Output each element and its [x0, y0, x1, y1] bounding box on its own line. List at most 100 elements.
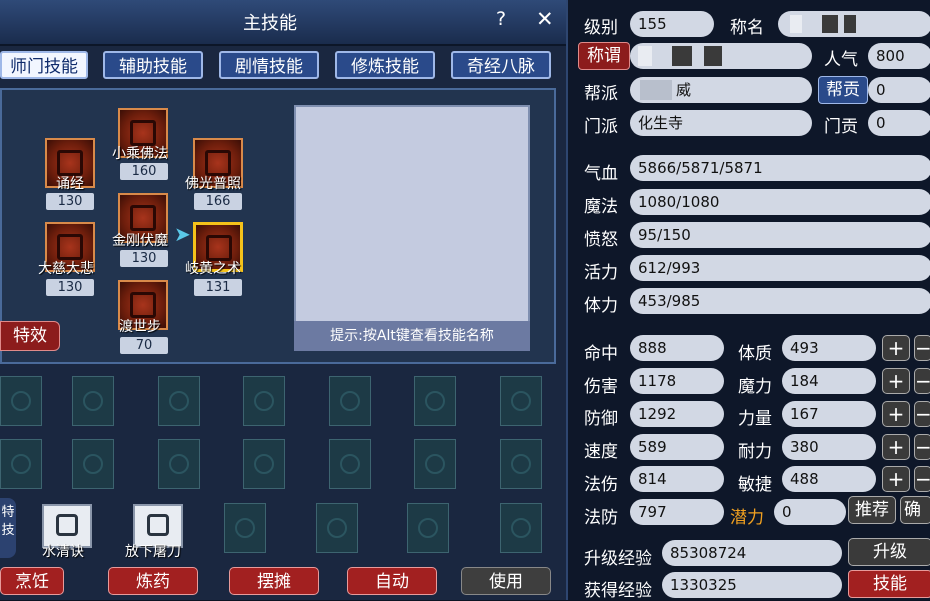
skill-name: 诵经: [56, 176, 84, 192]
skill-slot[interactable]: [72, 439, 114, 489]
skill-slot[interactable]: [243, 439, 285, 489]
constitution-minus-button[interactable]: −: [914, 335, 930, 361]
popularity-field: 800: [868, 43, 930, 69]
skill-slot[interactable]: [500, 439, 542, 489]
gang-label: 帮派: [584, 84, 618, 104]
skill-level: 160: [120, 163, 168, 180]
magic-defense-field: 797: [630, 499, 724, 525]
skill-slot[interactable]: [0, 439, 42, 489]
strength-plus-button[interactable]: +: [882, 401, 910, 427]
special-skill-name: 放下屠刀: [125, 544, 181, 560]
upgrade-exp-label: 升级经验: [584, 549, 652, 569]
special-skill-name: 水清诀: [42, 544, 84, 560]
gang-contribution-field: 0: [868, 77, 930, 103]
title-bar[interactable]: 主技能 ? ✕: [0, 0, 566, 46]
alchemy-button[interactable]: 炼药: [108, 567, 198, 595]
agility-plus-button[interactable]: +: [882, 466, 910, 492]
agility-field: 488: [782, 466, 876, 492]
skill-name: 岐黄之术: [185, 261, 241, 277]
sect-contribution-field: 0: [868, 110, 930, 136]
tab-sect-skills[interactable]: 师门技能: [0, 51, 88, 79]
endurance-minus-button[interactable]: −: [914, 434, 930, 460]
gang-contribution-button[interactable]: 帮贡: [818, 76, 868, 104]
skill-level: 131: [194, 279, 242, 296]
agility-minus-button[interactable]: −: [914, 466, 930, 492]
skill-slot[interactable]: [329, 439, 371, 489]
special-skill-slot[interactable]: [224, 503, 266, 553]
gained-exp-label: 获得经验: [584, 581, 652, 601]
special-skill-slot[interactable]: [316, 503, 358, 553]
special-effects-button[interactable]: 特效: [0, 321, 60, 351]
confirm-button[interactable]: 确认: [900, 496, 930, 524]
skill-name: 渡世步: [119, 319, 161, 335]
endurance-field: 380: [782, 434, 876, 460]
cooking-button[interactable]: 烹饪: [0, 567, 64, 595]
skill-slot[interactable]: [329, 376, 371, 426]
skill-level: 166: [194, 193, 242, 210]
skill-slot[interactable]: [414, 439, 456, 489]
tab-story-skills[interactable]: 剧情技能: [219, 51, 319, 79]
stamina-field: 453/985: [630, 288, 930, 314]
skill-slot[interactable]: [158, 376, 200, 426]
skill-name: 佛光普照: [185, 176, 241, 192]
window-title: 主技能: [243, 13, 297, 34]
character-attributes-panel: 级别 155 称名 称谓 人气 800 帮派 威 帮贡 0 门派 化生寺 门贡 …: [566, 0, 930, 601]
pixelated-title-block: [638, 46, 652, 66]
skill-name: 小乘佛法: [112, 146, 168, 162]
mana-label: 魔法: [584, 197, 618, 217]
anger-field: 95/150: [630, 222, 930, 248]
magic-power-minus-button[interactable]: −: [914, 368, 930, 394]
tab-cultivation-skills[interactable]: 修炼技能: [335, 51, 435, 79]
vitality-field: 612/993: [630, 255, 930, 281]
speed-label: 速度: [584, 442, 618, 462]
special-skill-slot[interactable]: [500, 503, 542, 553]
help-icon[interactable]: ?: [496, 8, 506, 30]
close-icon[interactable]: ✕: [536, 7, 554, 31]
skill-slot[interactable]: [243, 376, 285, 426]
auto-button[interactable]: 自动: [347, 567, 437, 595]
skill-description-box: [294, 105, 530, 351]
special-skill-slot[interactable]: [407, 503, 449, 553]
skill-slot[interactable]: [414, 376, 456, 426]
strength-minus-button[interactable]: −: [914, 401, 930, 427]
strength-label: 力量: [738, 409, 772, 429]
tab-auxiliary-skills[interactable]: 辅助技能: [103, 51, 203, 79]
skill-slot[interactable]: [158, 439, 200, 489]
pixelated-name-block: [822, 15, 838, 33]
defense-field: 1292: [630, 401, 724, 427]
constitution-label: 体质: [738, 344, 772, 364]
upgrade-button[interactable]: 升级: [848, 538, 930, 566]
damage-field: 1178: [630, 368, 724, 394]
pixelated-title-block: [704, 46, 722, 66]
skill-level: 70: [120, 337, 168, 354]
vitality-label: 活力: [584, 263, 618, 283]
title-button[interactable]: 称谓: [578, 42, 630, 70]
hp-field: 5866/5871/5871: [630, 155, 930, 181]
cursor-pointer-icon: ➤: [174, 222, 191, 246]
tab-meridians[interactable]: 奇经八脉: [451, 51, 551, 79]
special-skills-tab[interactable]: 特技: [0, 498, 16, 558]
magic-power-plus-button[interactable]: +: [882, 368, 910, 394]
skill-name: 大慈大悲: [38, 261, 94, 277]
endurance-plus-button[interactable]: +: [882, 434, 910, 460]
skill-slot[interactable]: [72, 376, 114, 426]
hit-field: 888: [630, 335, 724, 361]
magic-damage-label: 法伤: [584, 475, 618, 495]
skills-button[interactable]: 技能: [848, 570, 930, 598]
use-button[interactable]: 使用: [461, 567, 551, 595]
recommend-button[interactable]: 推荐: [848, 496, 896, 524]
skill-level: 130: [46, 193, 94, 210]
skill-slot[interactable]: [500, 376, 542, 426]
sect-label: 门派: [584, 117, 618, 137]
hint-text: 提示:按Alt键查看技能名称: [294, 321, 530, 351]
anger-label: 愤怒: [584, 230, 618, 250]
sect-contribution-label: 门贡: [824, 117, 858, 137]
skill-slot[interactable]: [0, 376, 42, 426]
magic-power-field: 184: [782, 368, 876, 394]
mana-field: 1080/1080: [630, 189, 930, 215]
stall-button[interactable]: 摆摊: [229, 567, 319, 595]
skill-level: 130: [120, 250, 168, 267]
constitution-field: 493: [782, 335, 876, 361]
constitution-plus-button[interactable]: +: [882, 335, 910, 361]
popularity-label: 人气: [824, 50, 858, 70]
